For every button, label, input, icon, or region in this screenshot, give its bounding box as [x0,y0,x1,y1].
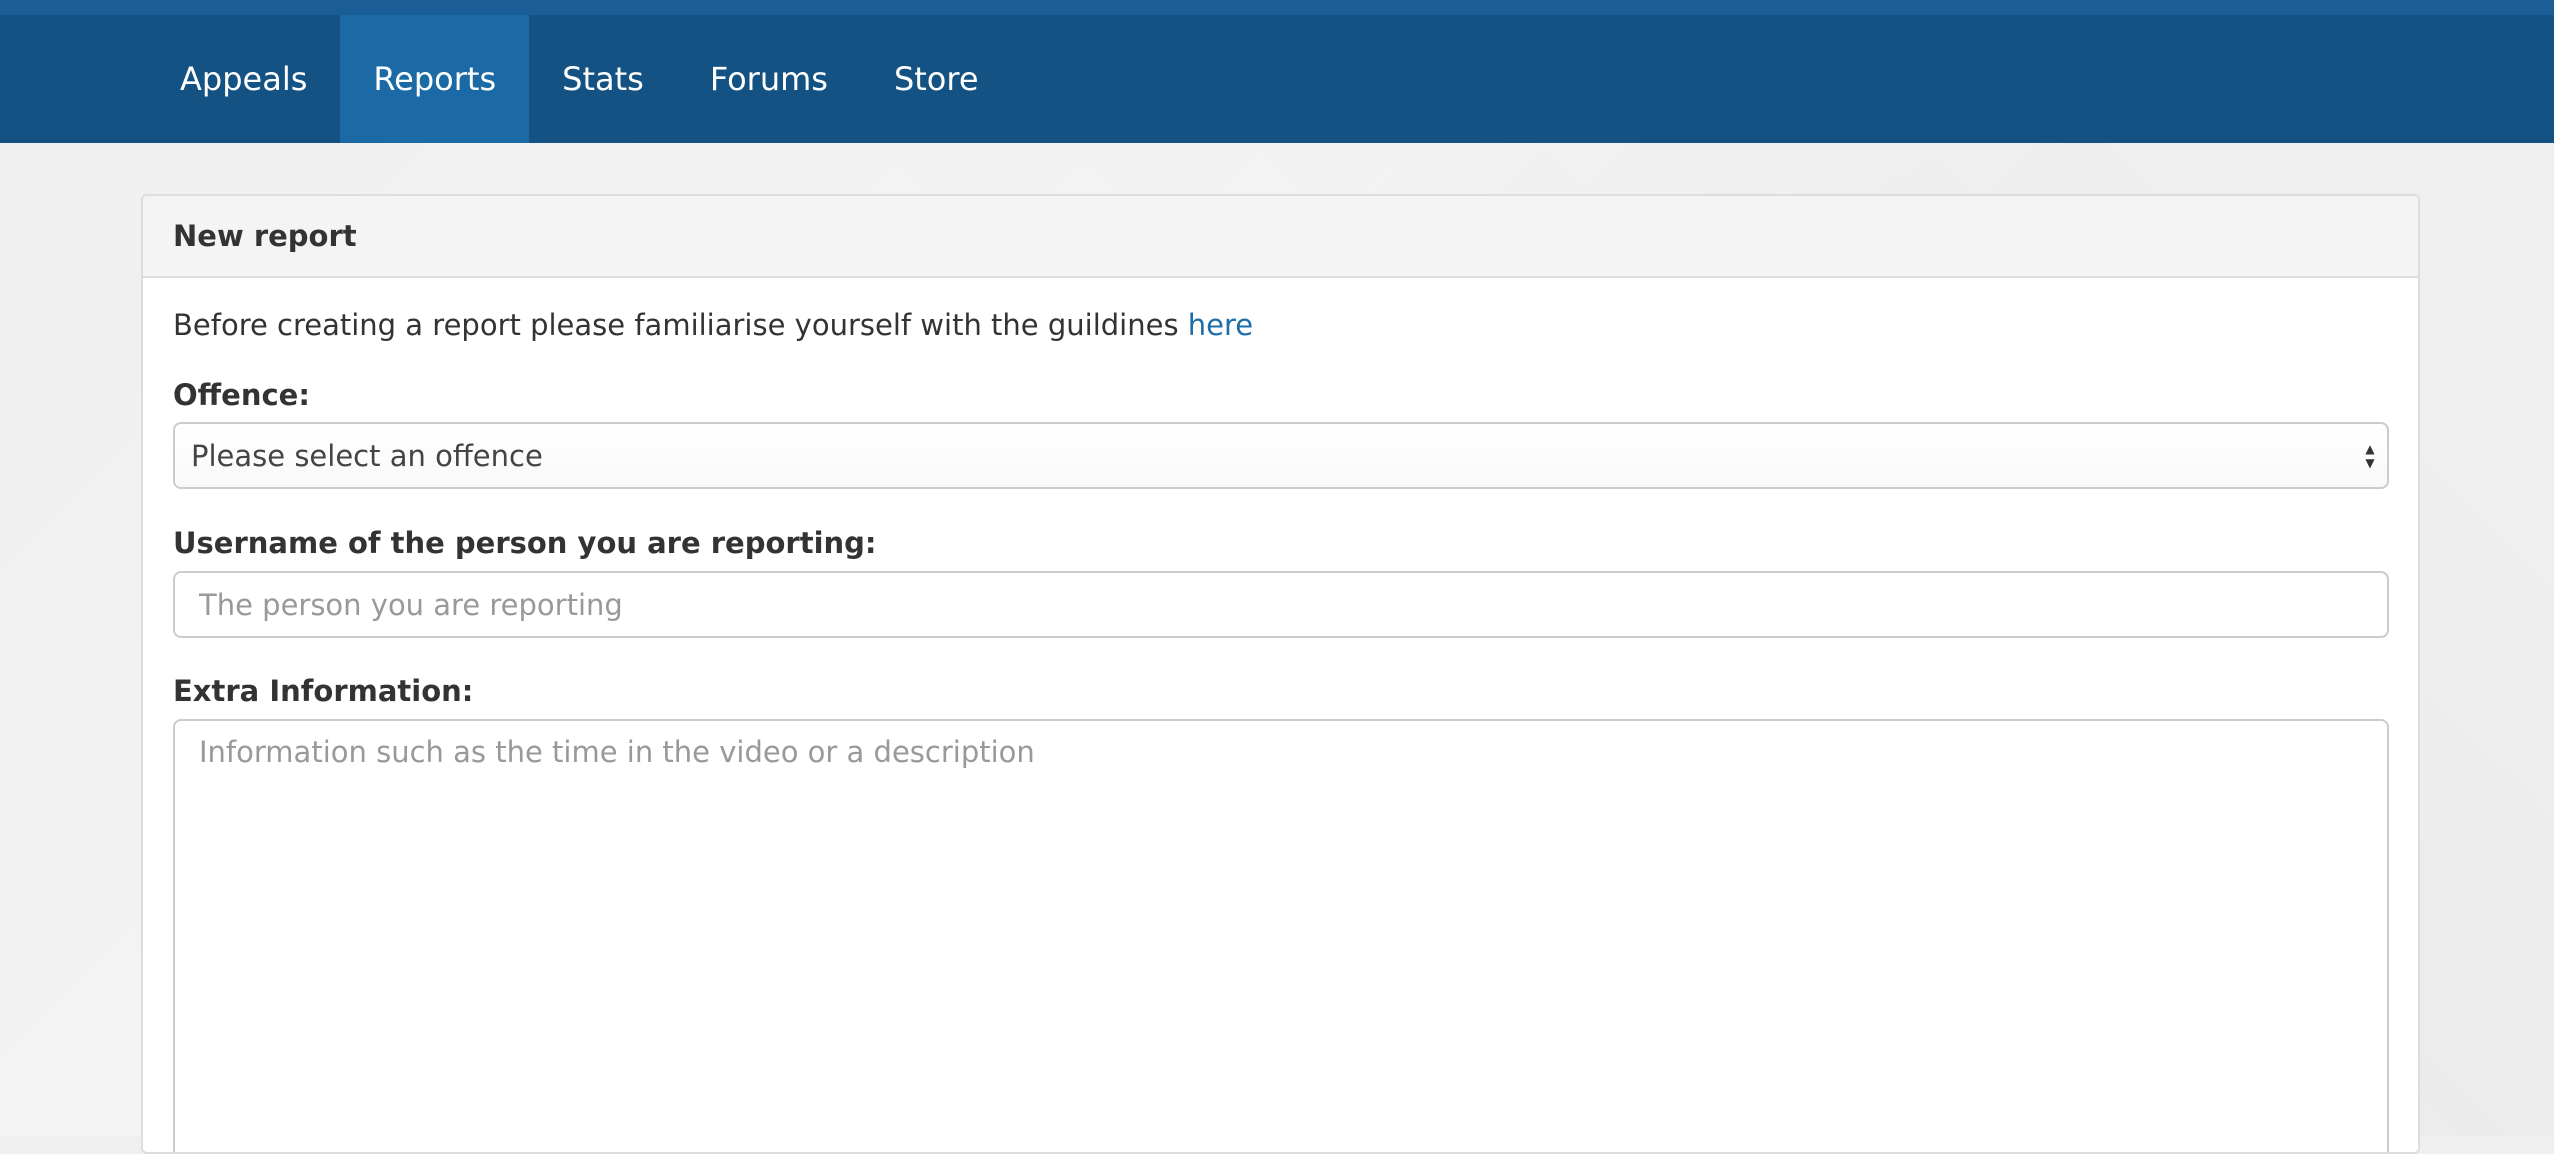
guidelines-link[interactable]: here [1188,308,1253,342]
nav-item-forums[interactable]: Forums [677,15,861,143]
panel-title: New report [143,196,2418,278]
offence-select-value: Please select an offence [191,438,543,473]
nav-item-label: Appeals [180,60,308,98]
nav-item-stats[interactable]: Stats [529,15,677,143]
offence-label: Offence: [173,378,310,412]
extra-info-textarea[interactable] [173,719,2389,1152]
offence-select[interactable]: Please select an offence ▲ ▼ [173,422,2389,489]
top-navbar: Appeals Reports Stats Forums Store [0,15,2554,143]
nav-item-store[interactable]: Store [861,15,1012,143]
guidelines-intro-text: Before creating a report please familiar… [173,308,1188,342]
top-accent-strip [0,0,2554,15]
select-arrows-icon: ▲ ▼ [2365,442,2375,470]
nav-item-label: Stats [562,60,644,98]
nav-item-label: Reports [373,60,497,98]
new-report-panel: New report Before creating a report plea… [141,194,2420,1154]
username-input[interactable] [173,571,2389,638]
guidelines-intro: Before creating a report please familiar… [173,308,1253,342]
nav-item-reports[interactable]: Reports [340,15,530,143]
nav-item-label: Forums [709,60,828,98]
username-label: Username of the person you are reporting… [173,526,877,560]
nav-list: Appeals Reports Stats Forums Store [147,15,1012,143]
nav-item-appeals[interactable]: Appeals [147,15,340,143]
nav-item-label: Store [893,60,979,98]
extra-info-label: Extra Information: [173,674,474,708]
